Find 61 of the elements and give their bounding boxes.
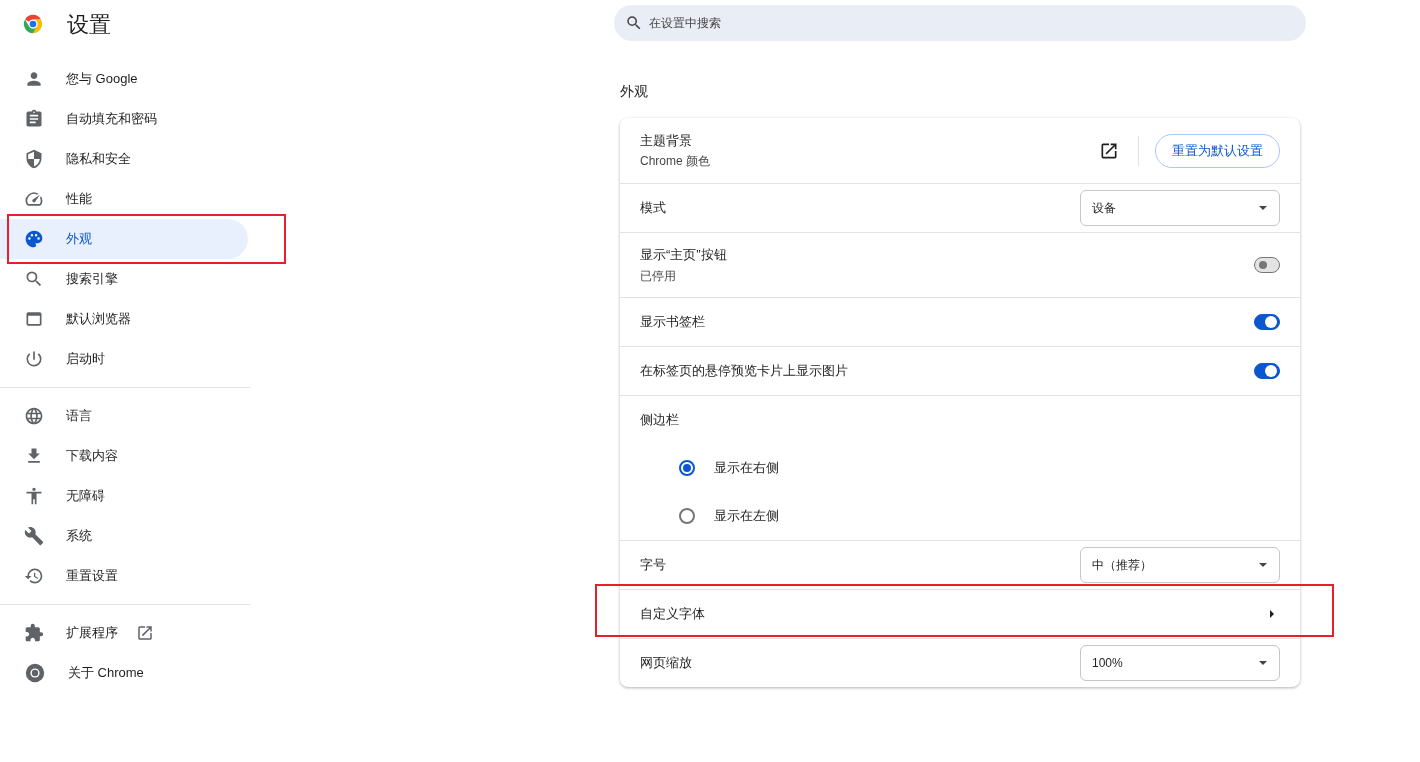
- page-title: 设置: [67, 10, 111, 39]
- puzzle-icon: [24, 623, 44, 643]
- sidebar-item[interactable]: 语言: [0, 396, 248, 436]
- sidebar-item[interactable]: 自动填充和密码: [0, 99, 248, 139]
- dropdown-select[interactable]: 100%: [1080, 645, 1280, 681]
- caret-icon: [1259, 661, 1267, 665]
- sidebar-item[interactable]: 您与 Google: [0, 59, 248, 99]
- sidebar-item[interactable]: 重置设置: [0, 556, 248, 596]
- sidebar-item[interactable]: 关于 Chrome: [0, 653, 248, 693]
- chrome-logo: [22, 13, 44, 35]
- radio-button[interactable]: [679, 460, 695, 476]
- sidebar-item[interactable]: 下载内容: [0, 436, 248, 476]
- sidebar-item[interactable]: 系统: [0, 516, 248, 556]
- external-link-icon[interactable]: [136, 624, 154, 642]
- sidebar-item[interactable]: 无障碍: [0, 476, 248, 516]
- accessibility-icon: [24, 486, 44, 506]
- sidebar-item[interactable]: 扩展程序: [0, 613, 248, 653]
- sidebar-item[interactable]: 搜索引擎: [0, 259, 248, 299]
- sidebar-item[interactable]: 默认浏览器: [0, 299, 248, 339]
- radio-label: 显示在左侧: [714, 507, 779, 526]
- setting-label: 主题背景: [640, 131, 693, 150]
- toggle-switch[interactable]: [1254, 257, 1280, 273]
- setting-sublabel: 已停用: [640, 267, 677, 285]
- reset-button[interactable]: 重置为默认设置: [1155, 133, 1280, 168]
- settings-link-row[interactable]: 自定义字体: [620, 589, 1300, 638]
- radio-button[interactable]: [679, 508, 695, 524]
- globe-icon: [24, 406, 44, 426]
- history-icon: [24, 566, 44, 586]
- palette-icon: [24, 229, 44, 249]
- sidebar-item[interactable]: 性能: [0, 179, 248, 219]
- power-icon: [24, 349, 44, 369]
- section-title: 外观: [620, 82, 649, 101]
- toggle-switch[interactable]: [1254, 363, 1280, 379]
- setting-label: 在标签页的悬停预览卡片上显示图片: [640, 362, 848, 381]
- browser-window-icon: [24, 309, 44, 329]
- dropdown-select[interactable]: 设备: [1080, 190, 1280, 226]
- setting-label: 网页缩放: [640, 654, 692, 673]
- toggle-switch[interactable]: [1254, 314, 1280, 330]
- caret-icon: [1259, 206, 1267, 210]
- sidebar-item[interactable]: 外观: [0, 219, 248, 259]
- setting-label: 显示书签栏: [640, 313, 705, 332]
- setting-label: 模式: [640, 199, 666, 218]
- setting-label: 侧边栏: [640, 411, 679, 430]
- gauge-icon: [24, 189, 44, 209]
- chrome-logo-icon: [24, 662, 46, 684]
- caret-icon: [1259, 563, 1267, 567]
- search-field[interactable]: 在设置中搜索: [649, 14, 1306, 32]
- radio-label: 显示在右侧: [714, 459, 779, 478]
- dropdown-select[interactable]: 中（推荐）: [1080, 547, 1280, 583]
- caret-icon: [1270, 610, 1274, 618]
- setting-sublabel: Chrome 颜色: [640, 153, 711, 171]
- wrench-icon: [24, 526, 44, 546]
- search-icon: [625, 14, 643, 32]
- shield-icon: [24, 149, 44, 169]
- setting-label: 显示“主页”按钮: [640, 246, 727, 265]
- sidebar-item[interactable]: 隐私和安全: [0, 139, 248, 179]
- setting-label: 字号: [640, 556, 666, 575]
- clipboard-icon: [24, 109, 44, 129]
- search-icon: [24, 269, 44, 289]
- sidebar-item[interactable]: 启动时: [0, 339, 248, 379]
- search-bar[interactable]: 在设置中搜索: [614, 5, 1306, 41]
